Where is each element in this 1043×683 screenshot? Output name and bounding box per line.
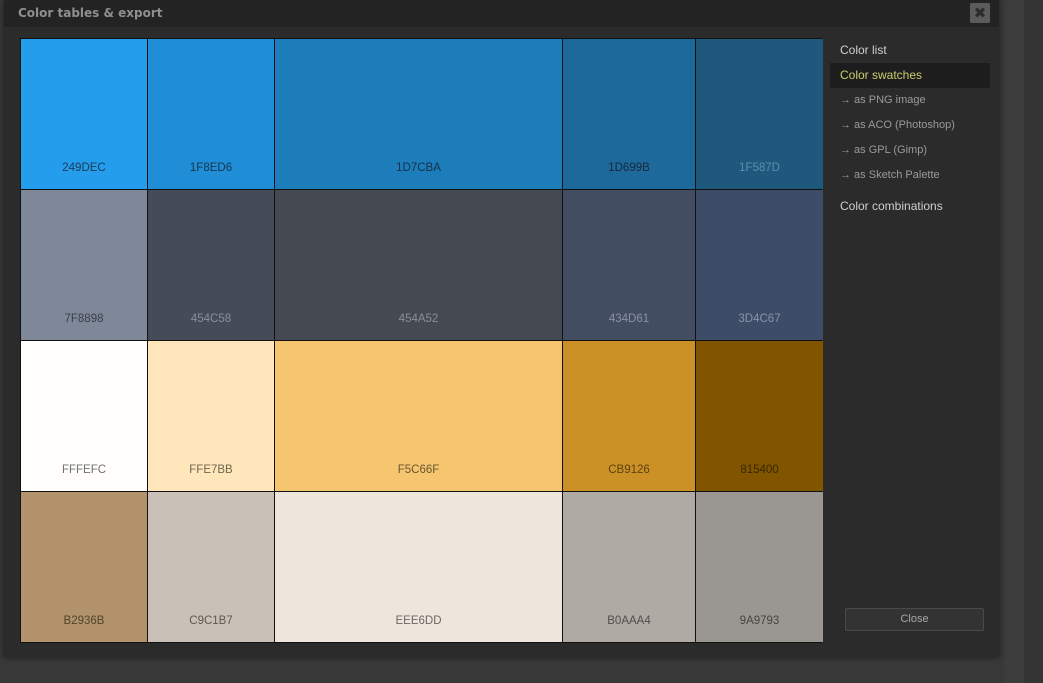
swatch-hex-label: F5C66F: [397, 464, 440, 476]
color-swatch[interactable]: 454C58: [148, 190, 274, 340]
sidebar-item-color-combinations[interactable]: Color combinations: [830, 194, 990, 219]
swatch-hex-label: 9A9793: [739, 615, 780, 627]
swatch-hex-label: 3D4C67: [738, 313, 781, 325]
swatch-hex-label: 7F8898: [64, 313, 104, 325]
color-swatch[interactable]: 1D699B: [563, 39, 695, 189]
color-swatch[interactable]: F5C66F: [275, 341, 562, 491]
swatch-grid: 249DEC 1F8ED6 1D7CBA 1D699B 1F587D 7F8898 454C…: [20, 38, 823, 643]
swatch-hex-label: B2936B: [63, 615, 105, 627]
swatch-hex-label: FFFEFC: [61, 464, 107, 476]
color-swatch[interactable]: 3D4C67: [696, 190, 823, 340]
swatch-hex-label: 1D699B: [608, 162, 650, 174]
close-x-icon[interactable]: ✖: [970, 3, 990, 23]
color-swatch[interactable]: B0AAA4: [563, 492, 695, 642]
color-swatch[interactable]: B2936B: [21, 492, 147, 642]
color-swatch[interactable]: 1D7CBA: [275, 39, 562, 189]
color-swatch[interactable]: EEE6DD: [275, 492, 562, 642]
color-swatch[interactable]: 9A9793: [696, 492, 823, 642]
close-button[interactable]: Close: [845, 608, 984, 631]
swatch-hex-label: 454C58: [190, 313, 232, 325]
color-swatch[interactable]: 434D61: [563, 190, 695, 340]
swatch-hex-label: B0AAA4: [607, 615, 651, 627]
color-swatch[interactable]: C9C1B7: [148, 492, 274, 642]
swatch-hex-label: CB9126: [608, 464, 650, 476]
dialog-titlebar: Color tables & export ✖: [4, 0, 999, 27]
backdrop-edge: [1024, 0, 1043, 683]
swatch-hex-label: 1F587D: [739, 162, 780, 174]
export-gpl-link[interactable]: → as GPL (Gimp): [830, 138, 990, 163]
swatch-hex-label: 249DEC: [62, 162, 106, 174]
swatch-hex-label: EEE6DD: [395, 615, 442, 627]
export-sketch-link[interactable]: → as Sketch Palette: [830, 163, 990, 188]
swatch-hex-label: C9C1B7: [189, 615, 233, 627]
swatch-hex-label: 1D7CBA: [396, 162, 441, 174]
color-swatch[interactable]: 1F587D: [696, 39, 823, 189]
swatch-hex-label: 1F8ED6: [189, 162, 233, 174]
swatch-hex-label: 454A52: [398, 313, 439, 325]
swatch-hex-label: FFE7BB: [189, 464, 233, 476]
swatch-hex-label: 815400: [740, 464, 779, 476]
export-png-link[interactable]: → as PNG image: [830, 88, 990, 113]
color-swatch[interactable]: 249DEC: [21, 39, 147, 189]
swatch-hex-label: 434D61: [608, 313, 650, 325]
dialog-title: Color tables & export: [18, 6, 163, 20]
color-swatch[interactable]: FFFEFC: [21, 341, 147, 491]
color-swatch[interactable]: CB9126: [563, 341, 695, 491]
color-swatch[interactable]: FFE7BB: [148, 341, 274, 491]
sidebar: Color list Color swatches → as PNG image…: [830, 38, 990, 219]
sidebar-item-color-swatches[interactable]: Color swatches: [830, 63, 990, 88]
color-swatch[interactable]: 1F8ED6: [148, 39, 274, 189]
sidebar-item-color-list[interactable]: Color list: [830, 38, 990, 63]
color-tables-dialog: Color tables & export ✖ 249DEC 1F8ED6 1D7C…: [4, 0, 999, 657]
export-aco-link[interactable]: → as ACO (Photoshop): [830, 113, 990, 138]
color-swatch[interactable]: 7F8898: [21, 190, 147, 340]
color-swatch[interactable]: 815400: [696, 341, 823, 491]
color-swatch[interactable]: 454A52: [275, 190, 562, 340]
